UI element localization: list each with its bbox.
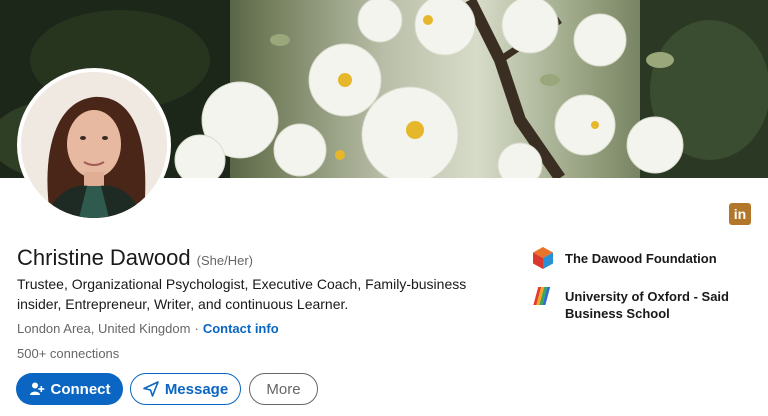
profile-location: London Area, United Kingdom	[17, 321, 191, 336]
connections-count[interactable]: 500+ connections	[17, 346, 119, 361]
name-row: Christine Dawood (She/Her)	[17, 245, 253, 271]
profile-avatar[interactable]	[17, 68, 171, 222]
message-button[interactable]: Message	[130, 373, 241, 405]
connect-button[interactable]: Connect	[16, 373, 123, 405]
org-name: University of Oxford - Said Business Sch…	[565, 289, 729, 321]
dawood-foundation-cube-logo	[533, 247, 553, 269]
location-row: London Area, United Kingdom · Contact in…	[17, 321, 279, 336]
profile-name: Christine Dawood	[17, 245, 191, 270]
linkedin-icon[interactable]: in	[729, 203, 751, 225]
profile-card: in Christine Dawood (She/Her) Trustee, O…	[0, 0, 768, 416]
contact-info-link[interactable]: Contact info	[203, 321, 279, 336]
connect-label: Connect	[50, 380, 111, 398]
profile-headline: Trustee, Organizational Psychologist, Ex…	[17, 276, 467, 312]
send-icon	[143, 381, 159, 397]
add-person-icon	[29, 382, 44, 395]
org-item-dawood-foundation[interactable]: The Dawood Foundation	[531, 246, 755, 270]
more-button[interactable]: More	[249, 373, 318, 405]
oxford-said-logo	[533, 287, 551, 305]
org-name: The Dawood Foundation	[565, 251, 717, 266]
separator-dot: ·	[194, 321, 199, 336]
more-label: More	[266, 380, 301, 398]
profile-pronouns: (She/Her)	[196, 253, 253, 268]
org-item-oxford-said[interactable]: University of Oxford - Said Business Sch…	[531, 284, 755, 322]
avatar-photo	[21, 72, 167, 218]
message-label: Message	[164, 380, 229, 398]
